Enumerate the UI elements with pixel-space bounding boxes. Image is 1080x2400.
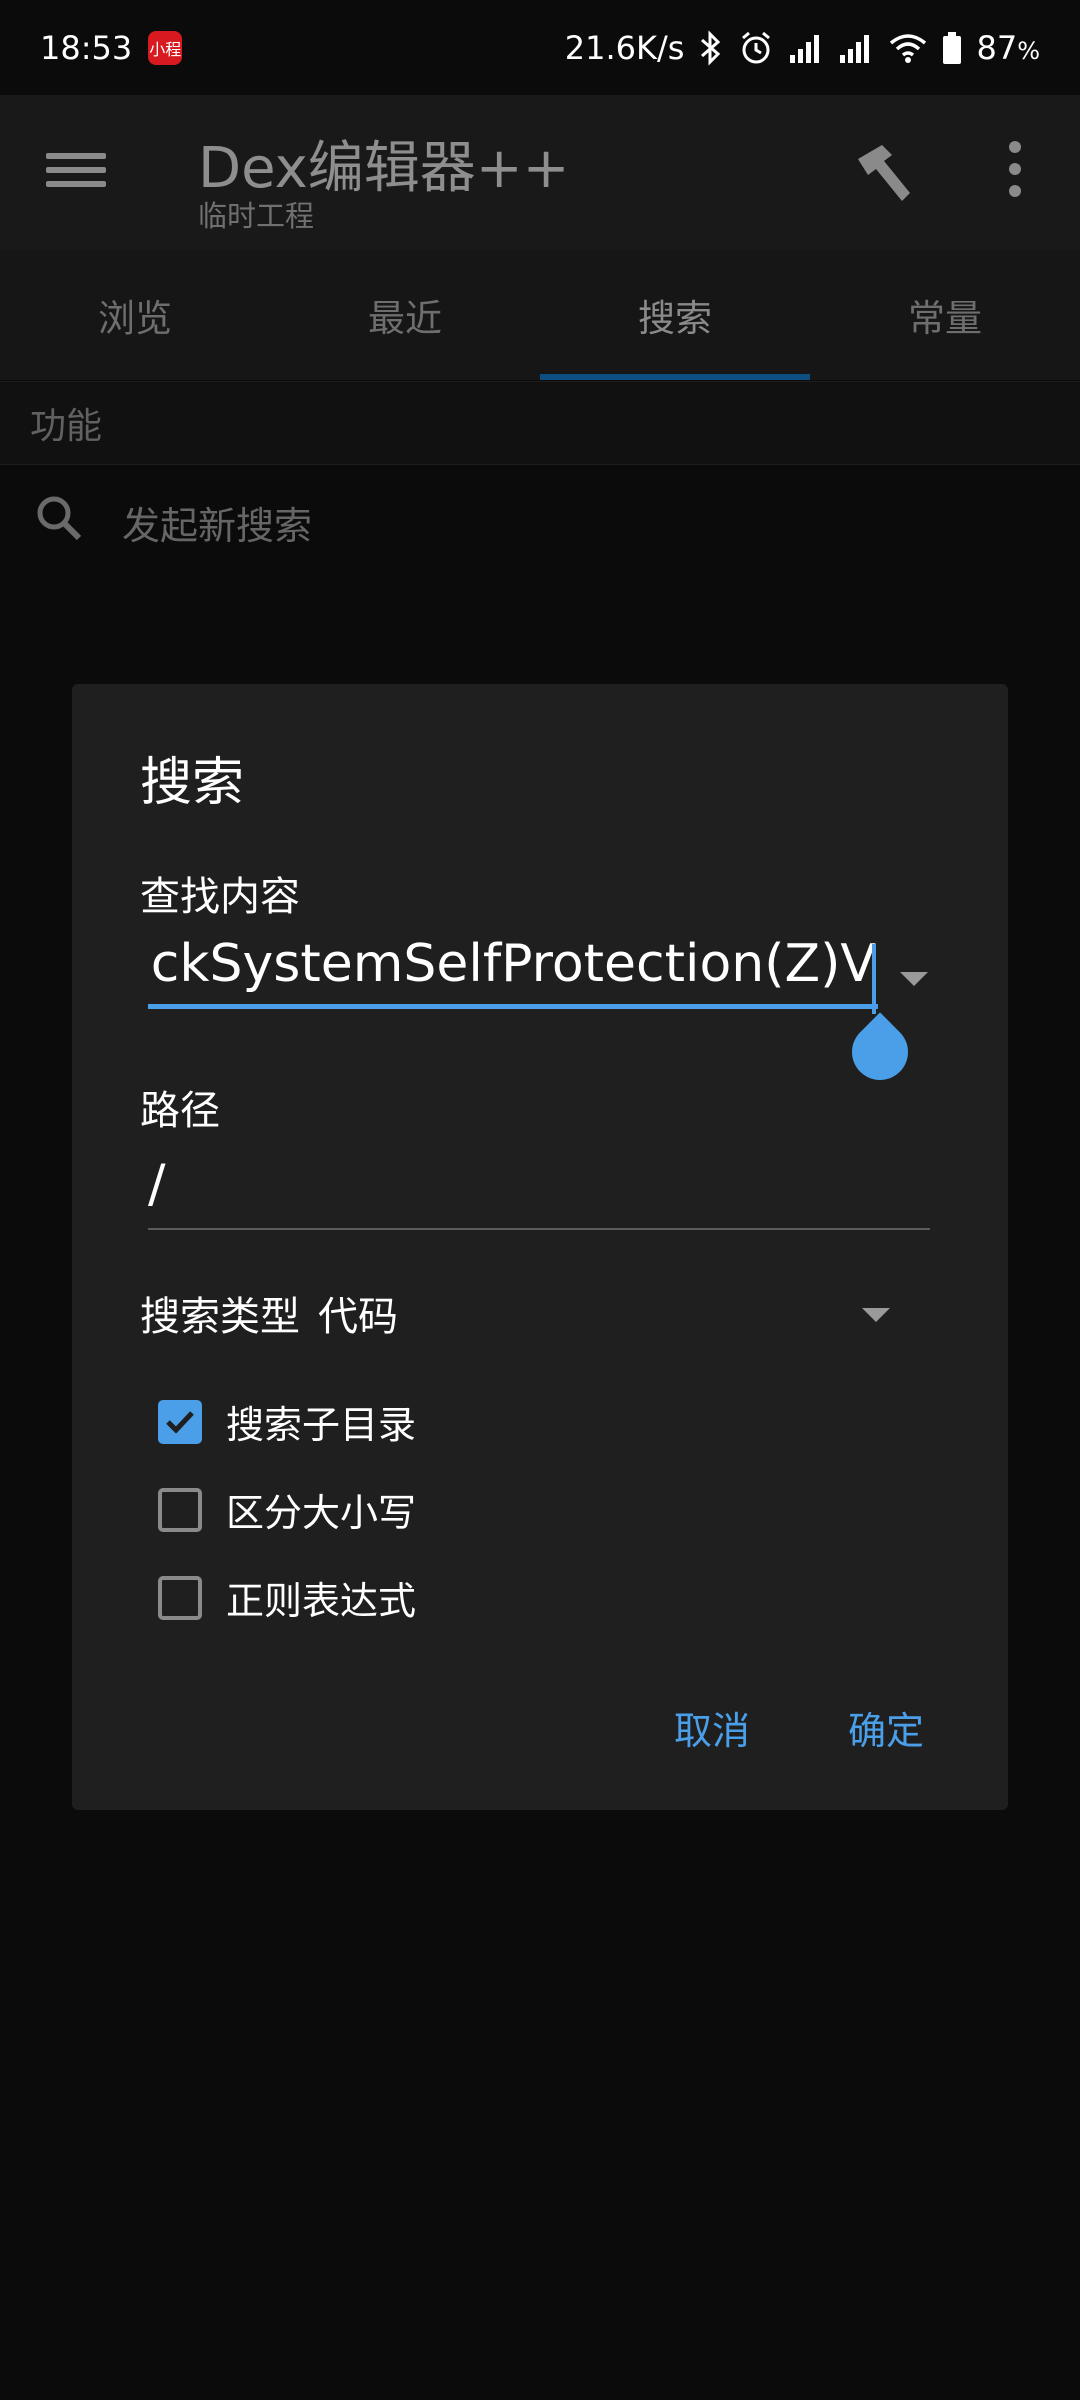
section-header: 功能 xyxy=(0,381,1080,465)
more-options-icon[interactable] xyxy=(1000,141,1030,201)
search-type-value: 代码 xyxy=(318,1294,398,1340)
wifi-icon xyxy=(888,31,928,65)
search-type-label: 搜索类型 xyxy=(140,1294,300,1340)
tab-recent[interactable]: 最近 xyxy=(270,250,540,380)
signal-1-icon xyxy=(788,31,824,65)
path-input[interactable]: / xyxy=(148,1154,930,1230)
ok-button[interactable]: 确定 xyxy=(848,1700,924,1755)
menu-icon[interactable] xyxy=(46,145,106,205)
tab-search[interactable]: 搜索 xyxy=(540,250,810,380)
option-label: 区分大小写 xyxy=(226,1491,417,1535)
option-label: 正则表达式 xyxy=(226,1579,417,1623)
tab-bar: 浏览 最近 搜索 常量 xyxy=(0,250,1080,380)
signal-2-icon xyxy=(838,31,874,65)
search-type-dropdown-icon[interactable] xyxy=(862,1308,890,1322)
checkbox-unchecked-icon[interactable] xyxy=(158,1575,202,1620)
option-subdirectories[interactable]: 搜索子目录 xyxy=(158,1394,416,1449)
find-content-value: checkSystemSelfProtection(Z)V xyxy=(148,934,876,994)
hammer-icon[interactable] xyxy=(848,137,920,209)
path-label: 路径 xyxy=(140,1088,220,1134)
cursor-handle[interactable] xyxy=(840,1012,920,1092)
option-regex[interactable]: 正则表达式 xyxy=(158,1570,416,1625)
checkbox-checked-icon[interactable] xyxy=(158,1399,202,1444)
status-left: 18:53 小程 xyxy=(40,28,183,67)
clock: 18:53 xyxy=(40,28,133,67)
battery-unit: % xyxy=(1017,36,1040,65)
battery-icon xyxy=(942,31,962,65)
find-content-input[interactable]: checkSystemSelfProtection(Z)V xyxy=(148,934,878,1009)
search-type-selector[interactable]: 搜索类型 代码 xyxy=(140,1284,398,1342)
status-right: 21.6K/s 87% xyxy=(565,29,1040,67)
new-search-label: 发起新搜索 xyxy=(122,503,313,548)
status-bar: 18:53 小程 21.6K/s 87% xyxy=(0,0,1080,95)
tab-constants[interactable]: 常量 xyxy=(810,250,1080,380)
path-value: / xyxy=(148,1154,166,1214)
app-title: Dex编辑器++ xyxy=(198,136,570,201)
search-dialog: 搜索 查找内容 checkSystemSelfProtection(Z)V 路径… xyxy=(72,684,1008,1810)
battery-level: 87% xyxy=(976,29,1040,67)
text-cursor xyxy=(872,944,876,1014)
option-case-sensitive[interactable]: 区分大小写 xyxy=(158,1482,416,1537)
screen: 18:53 小程 21.6K/s 87% Dex编辑器++ 临时工程 浏览 最近… xyxy=(0,0,1080,2400)
tab-browse[interactable]: 浏览 xyxy=(0,250,270,380)
cancel-button[interactable]: 取消 xyxy=(674,1700,750,1755)
battery-percent: 87 xyxy=(976,28,1018,67)
find-history-dropdown-icon[interactable] xyxy=(900,972,928,986)
find-content-label: 查找内容 xyxy=(140,874,300,920)
bluetooth-icon xyxy=(698,29,724,66)
checkbox-unchecked-icon[interactable] xyxy=(158,1487,202,1532)
app-bar: Dex编辑器++ 临时工程 xyxy=(0,95,1080,250)
search-icon xyxy=(34,493,84,552)
dialog-title: 搜索 xyxy=(140,753,245,813)
option-label: 搜索子目录 xyxy=(226,1403,417,1447)
network-speed: 21.6K/s xyxy=(564,28,685,67)
new-search-item[interactable]: 发起新搜索 xyxy=(0,466,1080,578)
alarm-icon xyxy=(738,30,774,66)
app-subtitle: 临时工程 xyxy=(198,199,315,233)
notification-app-icon: 小程 xyxy=(148,30,183,65)
